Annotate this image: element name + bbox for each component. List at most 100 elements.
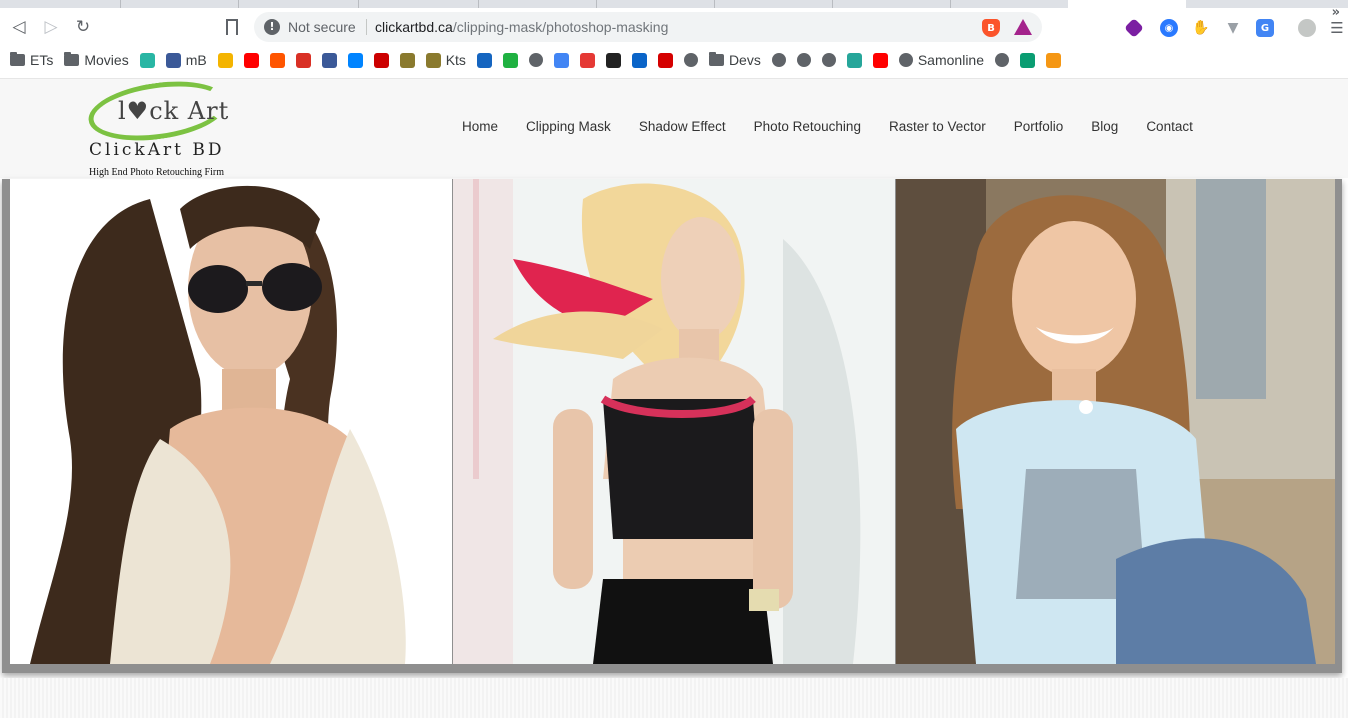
- browser-tab[interactable]: [832, 0, 950, 8]
- nav-link-photo-retouching[interactable]: Photo Retouching: [754, 119, 861, 134]
- bookmark-item[interactable]: [321, 52, 337, 68]
- bookmark-item[interactable]: [579, 52, 595, 68]
- bookmark-item[interactable]: [846, 52, 862, 68]
- globe-icon: [683, 53, 698, 67]
- h-icon: [502, 52, 518, 68]
- site-header: l♥ck Art ClickArt BD High End Photo Reto…: [0, 73, 1348, 179]
- nav-link-raster-to-vector[interactable]: Raster to Vector: [889, 119, 986, 134]
- bookmark-item[interactable]: [139, 52, 155, 68]
- browser-tab[interactable]: [120, 0, 238, 8]
- bookmark-item[interactable]: ETs: [10, 52, 53, 68]
- brand-name: ClickArt BD: [89, 140, 225, 160]
- bookmark-item[interactable]: [476, 52, 492, 68]
- browser-tab[interactable]: [478, 0, 596, 8]
- circle-icon: [846, 52, 862, 68]
- bookmark-item[interactable]: [821, 53, 836, 67]
- gallery-image-model-pink-hair[interactable]: [453, 179, 895, 664]
- nav-link-home[interactable]: Home: [462, 119, 498, 134]
- extension-paw-icon[interactable]: ✋: [1192, 19, 1210, 37]
- pdf-icon: [579, 52, 595, 68]
- menu-icon[interactable]: ☰: [1328, 19, 1346, 37]
- bookmark-item[interactable]: [528, 53, 543, 67]
- bookmark-item[interactable]: [243, 52, 259, 68]
- folder-icon: [64, 52, 80, 66]
- bookmark-item[interactable]: [683, 53, 698, 67]
- bookmark-item[interactable]: Movies: [64, 52, 129, 68]
- forward-button[interactable]: ▷: [40, 16, 62, 38]
- site-logo[interactable]: l♥ck Art ClickArt BD High End Photo Reto…: [84, 73, 238, 179]
- bookmark-item[interactable]: [1046, 52, 1061, 68]
- bookmark-item[interactable]: [605, 52, 621, 68]
- bookmark-item[interactable]: [295, 52, 311, 68]
- bookmark-item[interactable]: [553, 52, 569, 68]
- bookmark-item[interactable]: [217, 52, 233, 68]
- d-icon: [139, 52, 155, 68]
- nav-link-blog[interactable]: Blog: [1091, 119, 1118, 134]
- browser-tab[interactable]: [596, 0, 714, 8]
- bookmark-item[interactable]: Kts: [425, 52, 466, 68]
- url-host: clickartbd.ca: [375, 19, 453, 35]
- translate-icon[interactable]: G: [1256, 19, 1274, 37]
- folder-icon: [10, 52, 25, 66]
- nav-link-clipping-mask[interactable]: Clipping Mask: [526, 119, 611, 134]
- hero-gallery: [2, 179, 1342, 673]
- nav-link-portfolio[interactable]: Portfolio: [1014, 119, 1064, 134]
- bookmark-item[interactable]: [771, 53, 786, 67]
- active-tab[interactable]: [1068, 0, 1186, 8]
- info-icon[interactable]: !: [264, 19, 280, 35]
- extension-gem-icon[interactable]: [1124, 18, 1144, 38]
- browser-tab[interactable]: [358, 0, 478, 8]
- gallery-image-smiling-girl[interactable]: [896, 179, 1335, 664]
- brand-tagline: High End Photo Retouching Firm: [89, 167, 224, 178]
- omnibox-divider: [366, 19, 367, 35]
- youtube-icon: [872, 52, 888, 68]
- bookmark-item[interactable]: [796, 53, 811, 67]
- bookmark-item[interactable]: [399, 52, 415, 68]
- url-path: /clipping-mask/photoshop-masking: [452, 19, 669, 35]
- brave-rewards-icon[interactable]: [1014, 19, 1032, 35]
- bookmark-item[interactable]: Devs: [708, 52, 761, 68]
- google-icon: [553, 52, 569, 68]
- url-text[interactable]: clickartbd.ca/clipping-mask/photoshop-ma…: [375, 19, 668, 35]
- reload-button[interactable]: ↻: [72, 16, 94, 38]
- profile-avatar-icon[interactable]: [1298, 19, 1316, 37]
- brave-shields-icon[interactable]: B: [982, 19, 1000, 37]
- bookmark-item[interactable]: [657, 52, 673, 68]
- bookmarks-overflow-button[interactable]: »: [1332, 5, 1340, 20]
- globe-icon: [821, 53, 836, 67]
- globe-icon: [528, 53, 543, 67]
- bookmark-item[interactable]: Samonline: [898, 52, 984, 68]
- nav-link-contact[interactable]: Contact: [1146, 119, 1193, 134]
- security-label[interactable]: Not secure: [288, 19, 356, 35]
- browser-tab[interactable]: [950, 0, 1068, 8]
- bookmark-item[interactable]: [502, 52, 518, 68]
- back-icon: ◁: [12, 17, 26, 37]
- bookmarks-bar: ETs Movies mB Kts Devs Samonline: [0, 46, 1348, 74]
- bookmark-label: ETs: [30, 52, 54, 68]
- bookmark-item[interactable]: [269, 52, 285, 68]
- gallery-image-model-sunglasses[interactable]: [10, 179, 452, 664]
- globe-icon: [796, 53, 811, 67]
- bookmark-page-icon[interactable]: [226, 19, 238, 35]
- browser-tab[interactable]: [714, 0, 832, 8]
- bookmark-item[interactable]: [1020, 52, 1035, 68]
- bookmark-label: Devs: [728, 52, 761, 68]
- m-icon: [373, 52, 389, 68]
- nav-link-shadow-effect[interactable]: Shadow Effect: [639, 119, 726, 134]
- bookmark-item[interactable]: [631, 52, 647, 68]
- youtube-icon: [243, 52, 259, 68]
- bookmark-item[interactable]: [347, 52, 363, 68]
- shield-icon: [399, 52, 415, 68]
- extension-v-icon[interactable]: ▼: [1224, 19, 1242, 37]
- outlook-icon: [631, 52, 647, 68]
- back-button[interactable]: ◁: [8, 16, 30, 38]
- messenger-icon: [347, 52, 363, 68]
- bookmark-item[interactable]: [995, 53, 1009, 67]
- bookmark-item[interactable]: mB: [165, 52, 207, 68]
- browser-tab[interactable]: [238, 0, 358, 8]
- bookmark-item[interactable]: [373, 52, 389, 68]
- bookmark-item[interactable]: [872, 52, 888, 68]
- address-bar[interactable]: ! Not secure clickartbd.ca/clipping-mask…: [254, 12, 1042, 42]
- building-icon: [605, 52, 621, 68]
- extension-circle-icon[interactable]: ◉: [1160, 19, 1178, 37]
